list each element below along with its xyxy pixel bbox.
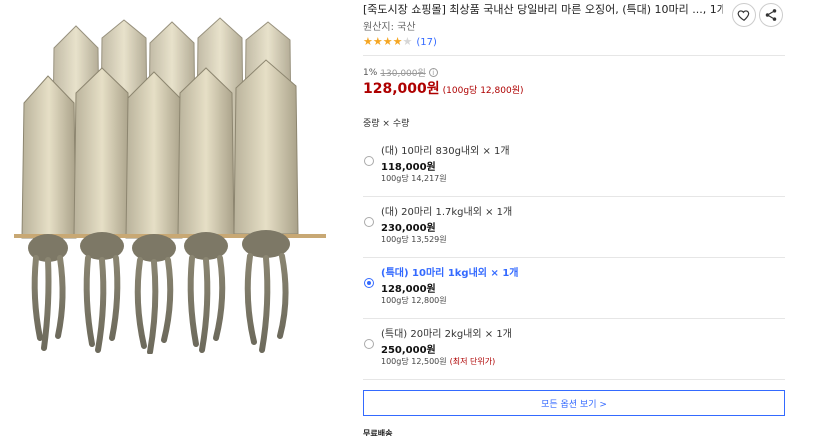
option-price: 250,000원 — [381, 345, 436, 356]
star-empty-icon: ★ — [402, 35, 413, 48]
option-name: (특대) 10마리 1kg내외 × 1개 — [381, 268, 519, 279]
review-count[interactable]: (17) — [416, 37, 437, 48]
radio-button[interactable] — [364, 156, 374, 166]
share-icon — [765, 9, 777, 21]
info-icon[interactable]: i — [428, 68, 438, 77]
option-name: (대) 20마리 1.7kg내외 × 1개 — [381, 207, 513, 218]
free-shipping-label: 무료배송 — [363, 429, 393, 436]
option-item[interactable]: (대) 10마리 830g내외 × 1개 118,000원 100g당 14,2… — [363, 136, 785, 197]
option-name: (특대) 20마리 2kg내외 × 1개 — [381, 329, 512, 340]
heart-icon — [737, 10, 750, 21]
star-filled-icon: ★ — [382, 35, 393, 48]
radio-button-checked[interactable] — [364, 278, 374, 288]
radio-button[interactable] — [364, 339, 374, 349]
option-item-selected[interactable]: (특대) 10마리 1kg내외 × 1개 128,000원 100g당 12,8… — [363, 258, 785, 319]
radio-button[interactable] — [364, 217, 374, 227]
option-unit-price: 100g당 13,529원 — [381, 235, 447, 244]
price-row: 128,000원 (100g당 12,800원) — [363, 78, 523, 98]
sale-price: 128,000원 — [363, 81, 440, 97]
star-filled-icon: ★ — [363, 35, 373, 48]
product-image — [14, 8, 326, 355]
rating-row[interactable]: ★ ★ ★ ★ ★ (17) — [363, 36, 437, 48]
option-header: 중량 × 수량 — [363, 119, 410, 129]
option-item[interactable]: (특대) 20마리 2kg내외 × 1개 250,000원 100g당 12,5… — [363, 319, 785, 380]
option-price: 128,000원 — [381, 284, 436, 295]
unit-price: (100g당 12,800원) — [442, 86, 524, 96]
option-unit-price: 100g당 12,800원 — [381, 296, 447, 305]
option-price: 118,000원 — [381, 162, 436, 173]
option-item[interactable]: (대) 20마리 1.7kg내외 × 1개 230,000원 100g당 13,… — [363, 197, 785, 258]
option-price: 230,000원 — [381, 223, 436, 234]
star-rating: ★ ★ ★ ★ ★ — [363, 36, 412, 48]
all-options-button[interactable]: 모든 옵션 보기 > — [363, 390, 785, 416]
discount-rate: 1% — [363, 67, 378, 78]
option-unit-price: 100g당 12,500원 (최저 단위가) — [381, 357, 496, 366]
product-origin: 원산지: 국산 — [363, 22, 416, 33]
option-name: (대) 10마리 830g내외 × 1개 — [381, 146, 510, 157]
wishlist-button[interactable] — [732, 3, 756, 27]
product-title: [죽도시장 쇼핑몰] 최상품 국내산 당일바리 마른 오징어, (특대) 10마… — [363, 3, 723, 16]
dried-squid-illustration — [14, 17, 326, 355]
option-unit-price: 100g당 14,217원 — [381, 174, 447, 183]
share-button[interactable] — [759, 3, 783, 27]
star-filled-icon: ★ — [372, 35, 383, 48]
star-filled-icon: ★ — [392, 35, 403, 48]
divider — [363, 55, 785, 56]
